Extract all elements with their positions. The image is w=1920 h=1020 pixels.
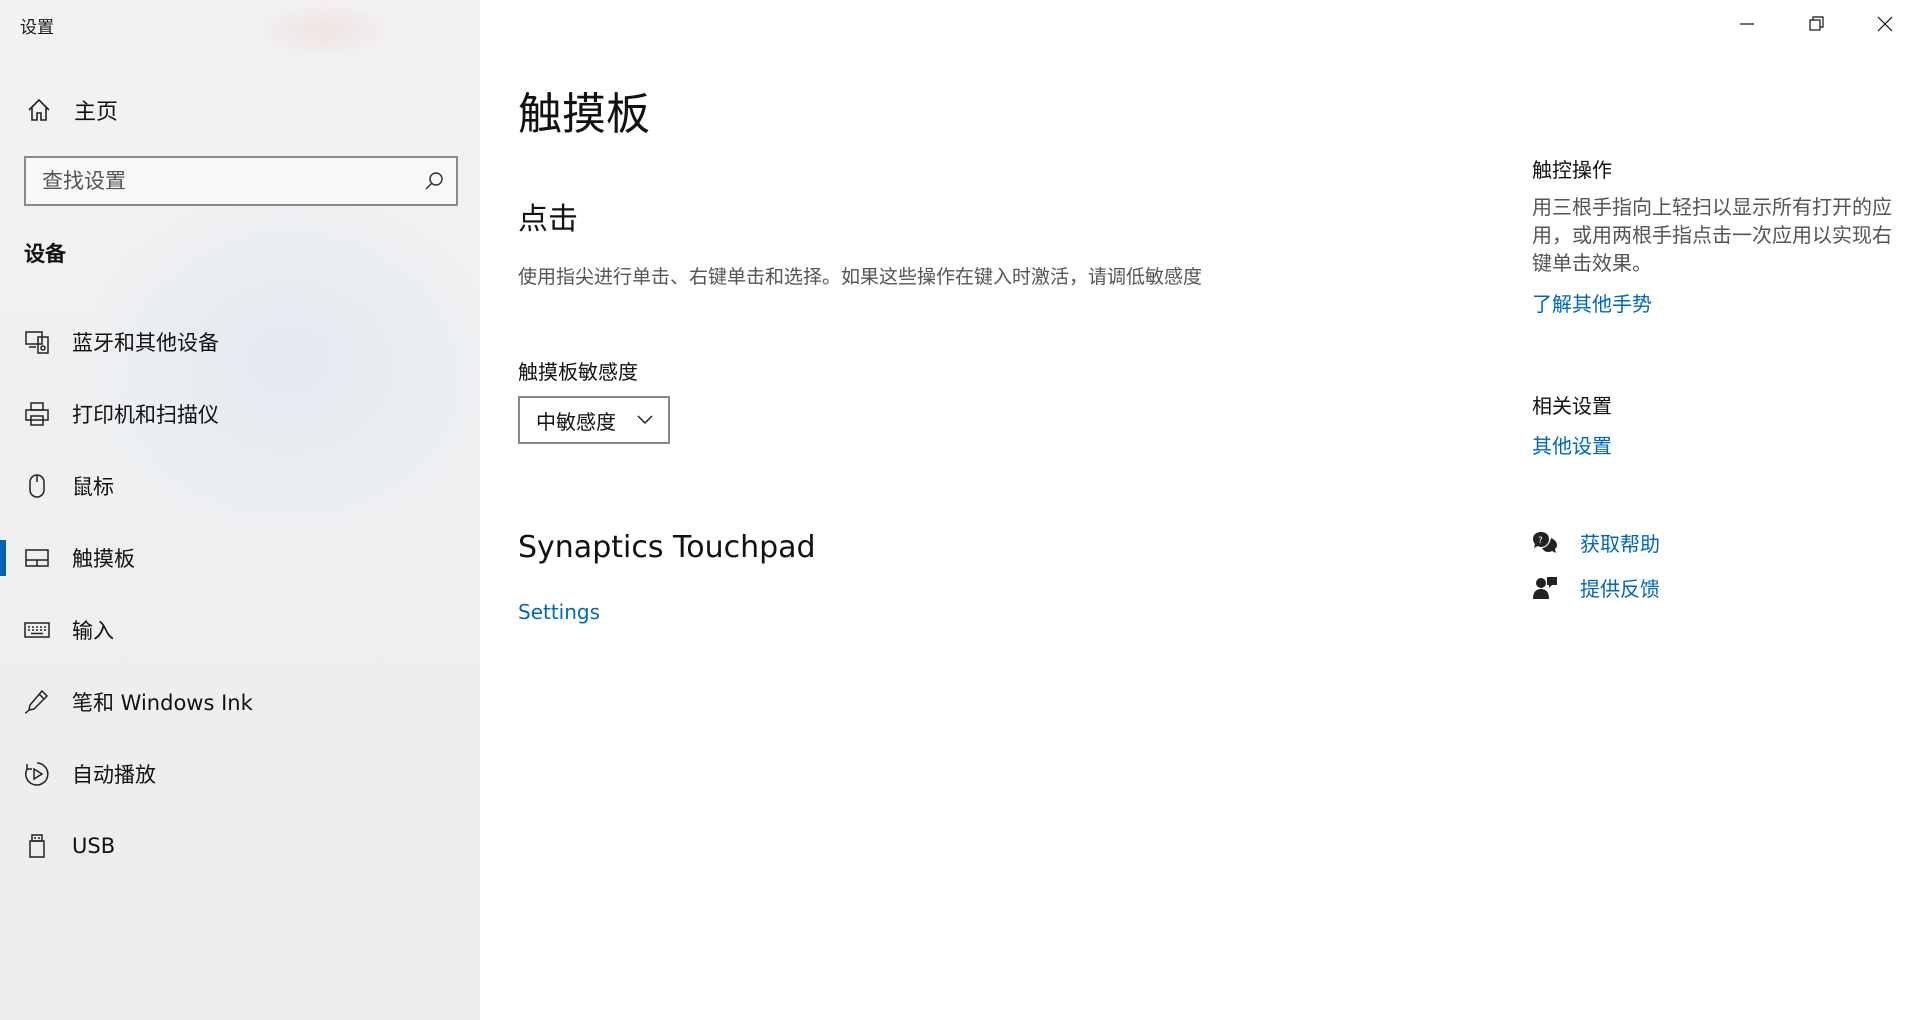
sidebar-item-usb[interactable]: USB	[0, 818, 480, 874]
sidebar-item-label: 输入	[72, 619, 114, 643]
restore-icon	[1809, 16, 1824, 31]
sidebar-item-label: 笔和 Windows Ink	[72, 691, 253, 715]
search-icon[interactable]	[424, 171, 444, 191]
home-icon	[28, 98, 50, 121]
sidebar-item-bluetooth[interactable]: 蓝牙和其他设备	[0, 314, 480, 370]
synaptics-settings-link[interactable]: Settings	[518, 600, 600, 624]
gestures-heading: 触控操作	[1532, 158, 1612, 182]
other-settings-link[interactable]: 其他设置	[1532, 430, 1612, 459]
related-settings-heading: 相关设置	[1532, 394, 1612, 418]
sidebar-item-touchpad[interactable]: 触摸板	[0, 530, 480, 586]
sidebar-item-typing[interactable]: 输入	[0, 602, 480, 658]
get-help-link[interactable]: 获取帮助	[1580, 528, 1660, 557]
synaptics-heading: Synaptics Touchpad	[518, 530, 816, 565]
window-controls	[1713, 0, 1920, 48]
sidebar-item-label: 蓝牙和其他设备	[72, 331, 219, 355]
app-title: 设置	[20, 18, 54, 38]
help-icon: ?	[1533, 532, 1557, 553]
search-box[interactable]	[24, 156, 458, 206]
sensitivity-value: 中敏感度	[536, 409, 616, 434]
section-title-devices: 设备	[24, 242, 66, 266]
click-heading: 点击	[518, 202, 578, 237]
restore-button[interactable]	[1782, 0, 1851, 48]
sidebar: 设置 主页 设备 蓝牙和其他设备 打印机和扫描仪	[0, 0, 480, 1020]
touchpad-icon	[25, 549, 49, 567]
pen-icon	[24, 689, 49, 714]
learn-gestures-link[interactable]: 了解其他手势	[1532, 288, 1652, 317]
feedback-icon	[1533, 577, 1557, 599]
active-indicator	[0, 540, 6, 576]
autoplay-icon	[25, 762, 49, 786]
sidebar-item-label: 自动播放	[72, 763, 156, 787]
nav-home[interactable]: 主页	[0, 88, 480, 132]
gestures-text: 用三根手指向上轻扫以显示所有打开的应用，或用两根手指点击一次应用以实现右键单击效…	[1532, 195, 1892, 275]
sidebar-item-label: 触摸板	[72, 547, 135, 571]
sidebar-item-label: 打印机和扫描仪	[72, 403, 219, 427]
sidebar-item-printers[interactable]: 打印机和扫描仪	[0, 386, 480, 442]
printer-icon	[25, 402, 49, 426]
svg-text:?: ?	[1538, 536, 1543, 546]
minimize-button[interactable]	[1713, 0, 1782, 48]
minimize-icon	[1740, 23, 1754, 25]
close-button[interactable]	[1851, 0, 1920, 48]
sensitivity-label: 触摸板敏感度	[518, 360, 638, 384]
sidebar-item-label: USB	[72, 834, 116, 858]
keyboard-icon	[24, 622, 50, 638]
chevron-down-icon	[637, 415, 653, 425]
bluetooth-devices-icon	[25, 331, 49, 354]
search-input[interactable]	[26, 169, 396, 193]
page-title: 触摸板	[518, 89, 650, 140]
sidebar-item-pen[interactable]: 笔和 Windows Ink	[0, 674, 480, 730]
sensitivity-dropdown[interactable]: 中敏感度	[518, 396, 670, 444]
usb-icon	[29, 834, 45, 858]
give-feedback-link[interactable]: 提供反馈	[1580, 573, 1660, 602]
nav-home-label: 主页	[74, 100, 119, 125]
click-description: 使用指尖进行单击、右键单击和选择。如果这些操作在键入时激活，请调低敏感度	[518, 266, 1203, 288]
sidebar-item-mouse[interactable]: 鼠标	[0, 458, 480, 514]
sidebar-item-label: 鼠标	[72, 475, 114, 499]
sidebar-item-autoplay[interactable]: 自动播放	[0, 746, 480, 802]
mouse-icon	[29, 474, 45, 498]
close-icon	[1877, 16, 1893, 32]
